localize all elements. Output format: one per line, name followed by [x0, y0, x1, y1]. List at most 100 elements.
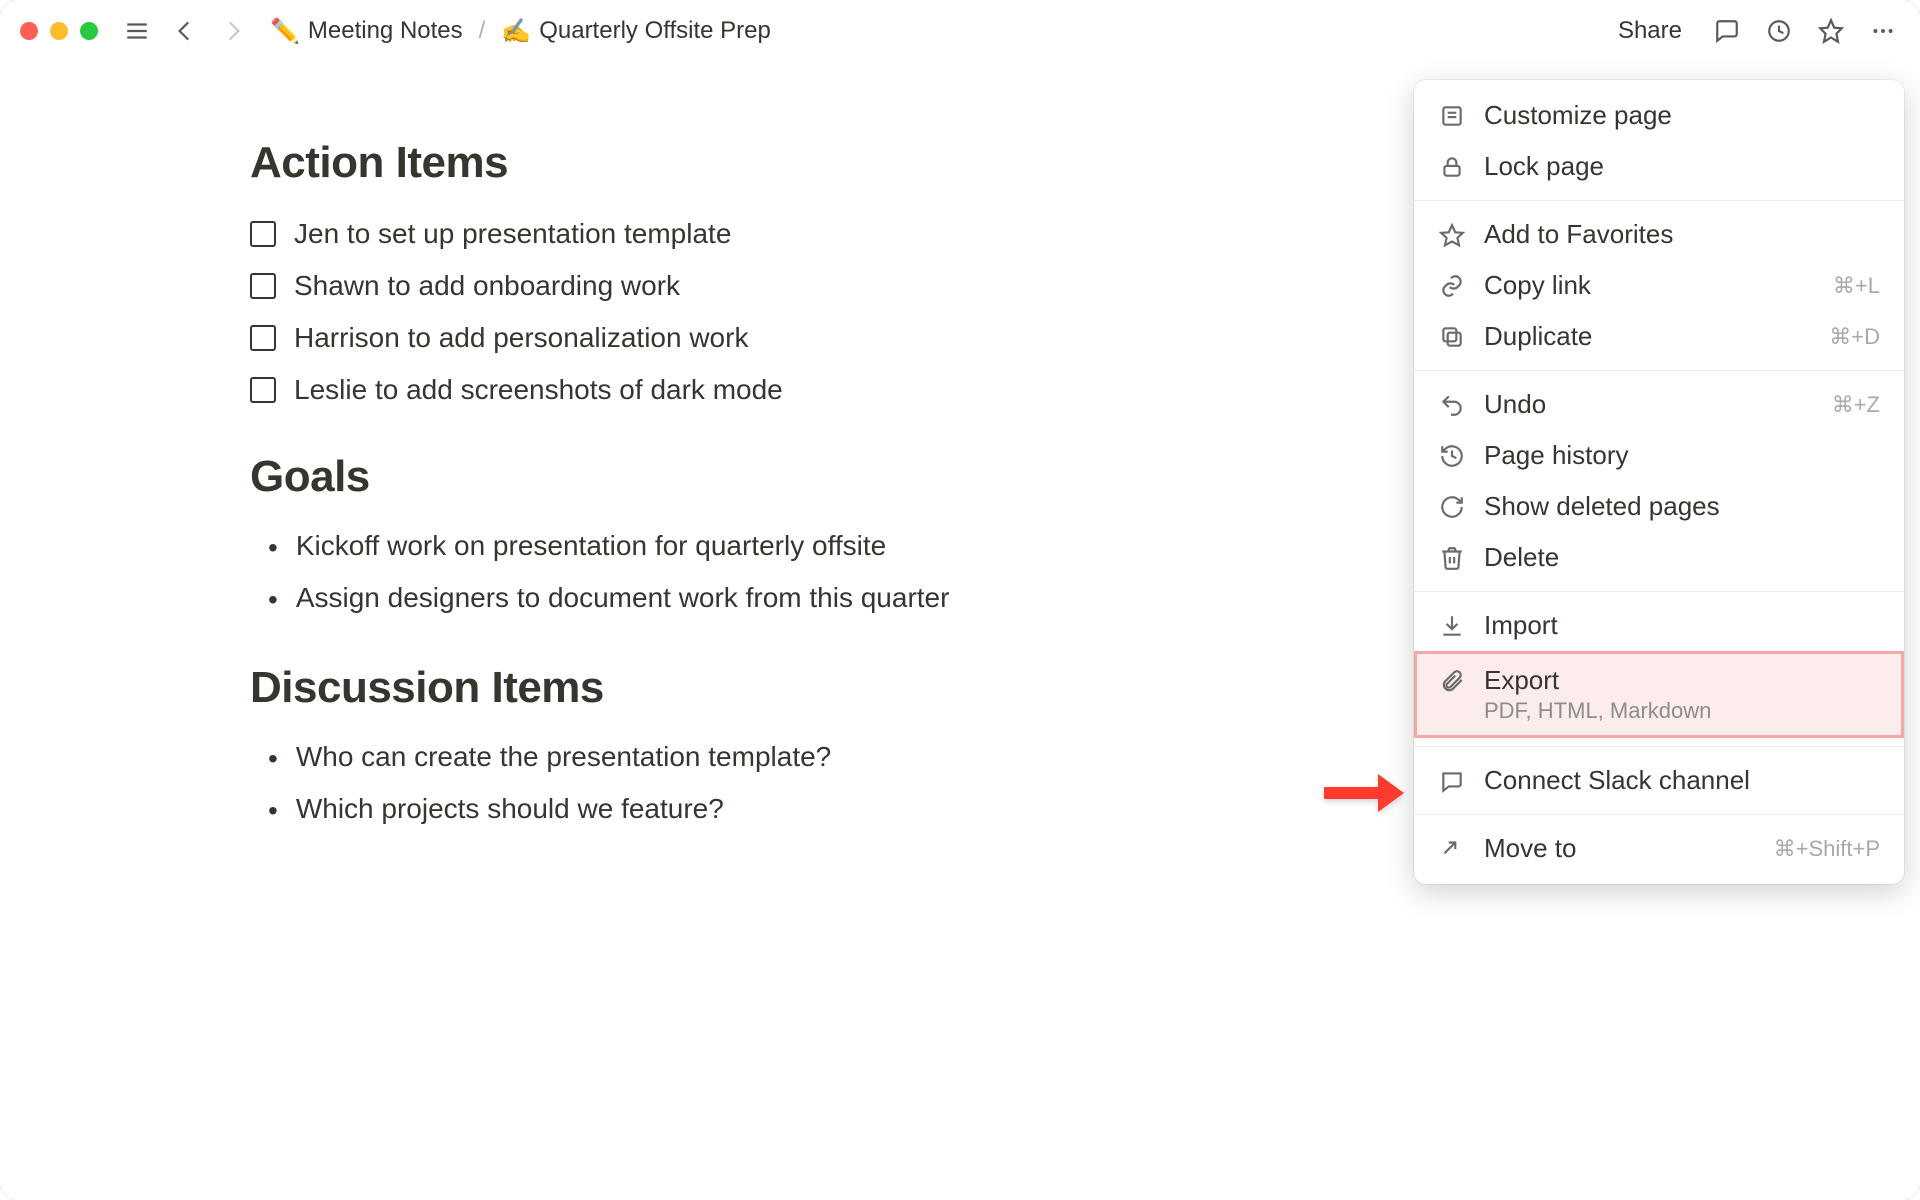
- checkbox-icon[interactable]: [250, 377, 276, 403]
- page-content: Action Items Jen to set up presentation …: [0, 62, 1200, 838]
- goals-list: • Kickoff work on presentation for quart…: [250, 522, 1200, 627]
- action-items-list: Jen to set up presentation template Shaw…: [250, 208, 1200, 416]
- breadcrumb-parent-label: Meeting Notes: [308, 17, 463, 45]
- paperclip-icon: [1438, 667, 1466, 695]
- menu-lock-page[interactable]: Lock page: [1414, 141, 1904, 192]
- menu-move-to[interactable]: Move to ⌘+Shift+P: [1414, 823, 1904, 874]
- menu-sublabel: PDF, HTML, Markdown: [1484, 698, 1711, 724]
- section-goals-title: Goals: [250, 452, 1200, 502]
- menu-shortcut: ⌘+Shift+P: [1774, 836, 1880, 862]
- updates-clock-icon[interactable]: [1762, 14, 1796, 48]
- import-icon: [1438, 612, 1466, 640]
- duplicate-icon: [1438, 323, 1466, 351]
- menu-label: Connect Slack channel: [1484, 765, 1880, 796]
- nav-forward-button: [216, 14, 250, 48]
- move-arrow-icon: [1438, 835, 1466, 863]
- customize-icon: [1438, 102, 1466, 130]
- menu-shortcut: ⌘+D: [1829, 324, 1880, 350]
- breadcrumb-current-label: Quarterly Offsite Prep: [539, 17, 771, 45]
- menu-separator: [1414, 814, 1904, 815]
- pencil-emoji-icon: ✏️: [270, 17, 300, 46]
- page-options-menu: Customize page Lock page Add to Favorite…: [1414, 80, 1904, 884]
- menu-label: Move to: [1484, 833, 1756, 864]
- favorite-star-icon[interactable]: [1814, 14, 1848, 48]
- menu-label: Page history: [1484, 440, 1880, 471]
- nav-back-button[interactable]: [168, 14, 202, 48]
- bullet-icon: •: [268, 530, 278, 566]
- todo-label: Jen to set up presentation template: [294, 218, 731, 250]
- list-item[interactable]: • Kickoff work on presentation for quart…: [250, 522, 1200, 574]
- app-window: ✏️ Meeting Notes / ✍️ Quarterly Offsite …: [0, 0, 1920, 1200]
- topbar-right: Share: [1608, 13, 1900, 49]
- todo-item[interactable]: Harrison to add personalization work: [250, 312, 1200, 364]
- checkbox-icon[interactable]: [250, 221, 276, 247]
- menu-page-history[interactable]: Page history: [1414, 430, 1904, 481]
- menu-label: Customize page: [1484, 100, 1880, 131]
- menu-label: Show deleted pages: [1484, 491, 1880, 522]
- menu-separator: [1414, 591, 1904, 592]
- menu-add-favorites[interactable]: Add to Favorites: [1414, 209, 1904, 260]
- slack-chat-icon: [1438, 767, 1466, 795]
- todo-item[interactable]: Leslie to add screenshots of dark mode: [250, 364, 1200, 416]
- menu-delete[interactable]: Delete: [1414, 532, 1904, 583]
- comments-icon[interactable]: [1710, 14, 1744, 48]
- bullet-icon: •: [268, 793, 278, 829]
- list-item[interactable]: • Who can create the presentation templa…: [250, 733, 1200, 785]
- menu-label: Lock page: [1484, 151, 1880, 182]
- menu-connect-slack[interactable]: Connect Slack channel: [1414, 755, 1904, 806]
- menu-shortcut: ⌘+L: [1833, 273, 1880, 299]
- bullet-icon: •: [268, 741, 278, 777]
- menu-label: Import: [1484, 610, 1880, 641]
- menu-duplicate[interactable]: Duplicate ⌘+D: [1414, 311, 1904, 362]
- menu-undo[interactable]: Undo ⌘+Z: [1414, 379, 1904, 430]
- todo-label: Leslie to add screenshots of dark mode: [294, 374, 783, 406]
- breadcrumb-parent[interactable]: ✏️ Meeting Notes: [264, 13, 469, 50]
- history-icon: [1438, 442, 1466, 470]
- menu-show-deleted[interactable]: Show deleted pages: [1414, 481, 1904, 532]
- menu-export[interactable]: Export PDF, HTML, Markdown: [1414, 651, 1904, 738]
- window-minimize-button[interactable]: [50, 22, 68, 40]
- menu-label: Export: [1484, 665, 1880, 696]
- list-item[interactable]: • Which projects should we feature?: [250, 785, 1200, 837]
- star-icon: [1438, 221, 1466, 249]
- todo-item[interactable]: Jen to set up presentation template: [250, 208, 1200, 260]
- trash-icon: [1438, 544, 1466, 572]
- menu-import[interactable]: Import: [1414, 600, 1904, 651]
- callout-arrow-icon: [1324, 770, 1404, 816]
- list-item-label: Which projects should we feature?: [296, 793, 724, 825]
- list-item[interactable]: • Assign designers to document work from…: [250, 574, 1200, 626]
- menu-label: Undo: [1484, 389, 1814, 420]
- window-controls: [20, 22, 98, 40]
- checkbox-icon[interactable]: [250, 273, 276, 299]
- breadcrumb-separator: /: [479, 17, 486, 45]
- section-action-items-title: Action Items: [250, 138, 1200, 188]
- writing-hand-emoji-icon: ✍️: [501, 17, 531, 46]
- restore-icon: [1438, 493, 1466, 521]
- menu-customize-page[interactable]: Customize page: [1414, 90, 1904, 141]
- menu-label: Delete: [1484, 542, 1880, 573]
- menu-separator: [1414, 200, 1904, 201]
- list-item-label: Assign designers to document work from t…: [296, 582, 950, 614]
- menu-separator: [1414, 370, 1904, 371]
- bullet-icon: •: [268, 582, 278, 618]
- todo-label: Harrison to add personalization work: [294, 322, 748, 354]
- breadcrumb-current[interactable]: ✍️ Quarterly Offsite Prep: [495, 13, 777, 50]
- menu-shortcut: ⌘+Z: [1832, 392, 1880, 418]
- more-menu-icon[interactable]: [1866, 14, 1900, 48]
- sidebar-toggle-icon[interactable]: [120, 14, 154, 48]
- todo-item[interactable]: Shawn to add onboarding work: [250, 260, 1200, 312]
- window-zoom-button[interactable]: [80, 22, 98, 40]
- menu-label: Copy link: [1484, 270, 1815, 301]
- window-close-button[interactable]: [20, 22, 38, 40]
- topbar: ✏️ Meeting Notes / ✍️ Quarterly Offsite …: [0, 0, 1920, 62]
- link-icon: [1438, 272, 1466, 300]
- menu-label: Duplicate: [1484, 321, 1811, 352]
- checkbox-icon[interactable]: [250, 325, 276, 351]
- menu-copy-link[interactable]: Copy link ⌘+L: [1414, 260, 1904, 311]
- lock-icon: [1438, 153, 1466, 181]
- discussion-list: • Who can create the presentation templa…: [250, 733, 1200, 838]
- share-button[interactable]: Share: [1608, 13, 1692, 49]
- menu-label: Add to Favorites: [1484, 219, 1880, 250]
- undo-icon: [1438, 391, 1466, 419]
- list-item-label: Who can create the presentation template…: [296, 741, 831, 773]
